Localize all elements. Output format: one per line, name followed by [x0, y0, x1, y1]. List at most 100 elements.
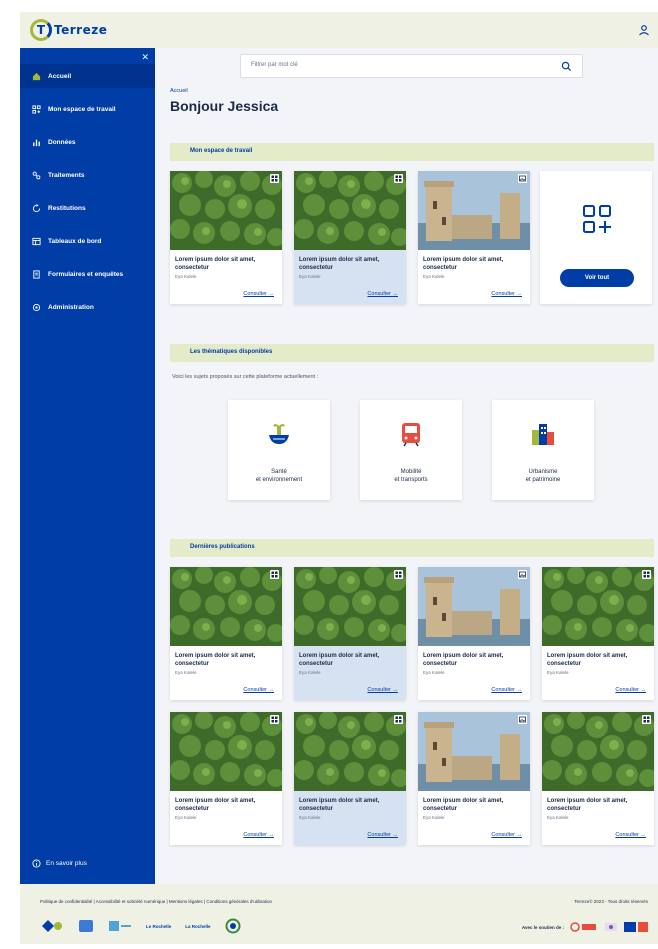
publication-card[interactable]: Lorem ipsum dolor sit amet, consectetur …: [418, 712, 530, 845]
forest-image: [294, 712, 406, 791]
theme-card-mobilite[interactable]: Mobilité et transports: [360, 400, 462, 500]
publication-card[interactable]: Lorem ipsum dolor sit amet, consectetur …: [418, 567, 530, 700]
consult-link[interactable]: Consulter →: [491, 291, 522, 297]
section-title: Mon espace de travail: [190, 148, 253, 154]
publication-card[interactable]: Lorem ipsum dolor sit amet, consectetur …: [170, 712, 282, 845]
sidebar-item-donnees[interactable]: Données: [20, 130, 155, 154]
sponsor-logo-icon[interactable]: [570, 922, 598, 932]
urbanism-icon: [532, 424, 554, 445]
partner-logo-icon[interactable]: [108, 918, 132, 934]
theme-card-urbanisme[interactable]: Urbanisme et patrimoine: [492, 400, 594, 500]
card-title: Lorem ipsum dolor sit amet, consectetur: [299, 653, 380, 667]
theme-label: Santé et environnement: [255, 469, 303, 483]
sidebar-item-restitutions[interactable]: Restitutions: [20, 196, 155, 220]
tower-image: [418, 171, 530, 250]
consult-link[interactable]: Consulter →: [615, 832, 646, 838]
map-type-icon: [394, 570, 403, 579]
consult-link[interactable]: Consulter →: [367, 291, 398, 297]
partner-logo-icon[interactable]: [40, 918, 64, 934]
sidebar-item-workspace[interactable]: Mon espace de travail: [20, 97, 155, 121]
sidebar-info-link[interactable]: En savoir plus: [32, 859, 87, 868]
sidebar-item-traitements[interactable]: Traitements: [20, 163, 155, 187]
publication-card[interactable]: Lorem ipsum dolor sit amet, consectetur …: [542, 712, 654, 845]
publication-card[interactable]: Lorem ipsum dolor sit amet, consectetur …: [294, 567, 406, 700]
consult-link[interactable]: Consulter →: [367, 832, 398, 838]
see-all-button[interactable]: Voir tout: [560, 269, 634, 287]
search-placeholder: Filtrer par mot clé: [251, 62, 298, 68]
forest-image: [170, 712, 282, 791]
workspace-card[interactable]: Lorem ipsum dolor sit amet, consectetur …: [170, 171, 282, 304]
map-type-icon: [642, 715, 651, 724]
workspace-card[interactable]: Lorem ipsum dolor sit amet, consectetur …: [418, 171, 530, 304]
publication-card[interactable]: Lorem ipsum dolor sit amet, consectetur …: [542, 567, 654, 700]
workspace-grid-icon: [583, 205, 611, 233]
map-type-icon: [394, 715, 403, 724]
sidebar-item-accueil[interactable]: Accueil: [20, 64, 155, 88]
partner-logo-icon[interactable]: [225, 918, 241, 934]
sidebar-footer-label: En savoir plus: [46, 860, 87, 867]
footer-copyright: Terreze© 2023 - Tous droits réservés: [574, 899, 648, 904]
card-author: Eya Kalele: [299, 274, 321, 279]
sidebar-item-administration[interactable]: Administration: [20, 295, 155, 319]
eu-flag-icon[interactable]: [624, 922, 648, 932]
sidebar-item-label: Accueil: [48, 72, 72, 80]
tower-image: [418, 567, 530, 646]
consult-link[interactable]: Consulter →: [615, 687, 646, 693]
support-logos: Avec le soutien de :: [522, 922, 648, 932]
admin-icon: [32, 303, 41, 311]
section-themes: Les thématiques disponibles: [170, 344, 654, 362]
workspace-card[interactable]: Lorem ipsum dolor sit amet, consectetur …: [294, 171, 406, 304]
image-type-icon: [518, 174, 527, 183]
sidebar-item-label: Mon espace de travail: [48, 105, 116, 113]
card-author: Eya Kalele: [299, 815, 321, 820]
card-title: Lorem ipsum dolor sit amet, consectetur: [547, 653, 628, 667]
app-logo[interactable]: T Terreze: [30, 19, 107, 41]
consult-link[interactable]: Consulter →: [243, 832, 274, 838]
card-title: Lorem ipsum dolor sit amet, consectetur: [423, 798, 504, 812]
card-author: Eya Kalele: [299, 670, 321, 675]
partner-logo-la-rochelle[interactable]: La Rochelle: [185, 918, 210, 934]
card-title: Lorem ipsum dolor sit amet, consectetur: [299, 798, 380, 812]
breadcrumb[interactable]: Accueil: [170, 88, 654, 94]
image-type-icon: [518, 715, 527, 724]
publication-card[interactable]: Lorem ipsum dolor sit amet, consectetur …: [294, 712, 406, 845]
app-frame: T Terreze ✕ Accueil Mon espace de travai…: [20, 12, 658, 944]
consult-link[interactable]: Consulter →: [243, 687, 274, 693]
dashboard-icon: [32, 237, 41, 245]
sidebar-item-label: Administration: [48, 303, 94, 311]
consult-link[interactable]: Consulter →: [491, 687, 522, 693]
sidebar-item-tableaux[interactable]: Tableaux de bord: [20, 229, 155, 253]
card-author: Eya Kalele: [423, 274, 445, 279]
data-icon: [33, 139, 40, 146]
card-title: Lorem ipsum dolor sit amet, consectetur: [547, 798, 628, 812]
see-all-card: Voir tout: [540, 171, 652, 304]
partner-logo-la-rochelle-agglo[interactable]: Le Rochelle: [146, 918, 171, 934]
search-icon[interactable]: [561, 61, 572, 72]
sidebar-item-formulaires[interactable]: Formulaires et enquêtes: [20, 262, 155, 286]
footer-links[interactable]: Politique de confidentialité | Accessibi…: [40, 899, 272, 904]
theme-label: Mobilité et transports: [394, 469, 428, 483]
map-type-icon: [270, 570, 279, 579]
forms-icon: [33, 269, 40, 279]
image-type-icon: [518, 570, 527, 579]
main-header: Accueil Bonjour Jessica: [170, 88, 654, 114]
card-author: Eya Kalele: [175, 670, 197, 675]
consult-link[interactable]: Consulter →: [491, 832, 522, 838]
map-type-icon: [270, 174, 279, 183]
consult-link[interactable]: Consulter →: [367, 687, 398, 693]
consult-link[interactable]: Consulter →: [243, 291, 274, 297]
publication-card[interactable]: Lorem ipsum dolor sit amet, consectetur …: [170, 567, 282, 700]
logo-mark: T: [30, 19, 52, 41]
search-input[interactable]: Filtrer par mot clé: [240, 54, 583, 78]
partner-logo-icon[interactable]: [78, 918, 94, 934]
theme-card-sante[interactable]: Santé et environnement: [228, 400, 330, 500]
info-icon: [32, 859, 41, 868]
card-title: Lorem ipsum dolor sit amet, consectetur: [299, 257, 380, 271]
sidebar-close-icon[interactable]: ✕: [141, 52, 149, 63]
support-label: Avec le soutien de :: [521, 924, 564, 930]
forest-image: [542, 712, 654, 791]
map-type-icon: [270, 715, 279, 724]
sponsor-logo-icon[interactable]: [604, 922, 618, 932]
user-icon[interactable]: [638, 24, 650, 36]
card-author: Eya Kalele: [423, 670, 445, 675]
